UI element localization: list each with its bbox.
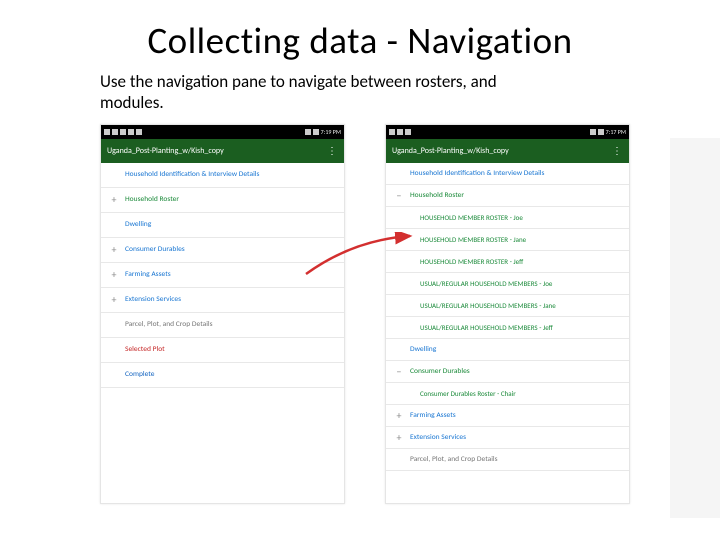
battery-icon [313,129,319,135]
phones-container: 7:19 PM Uganda_Post-Planting_w/Kish_copy… [0,124,720,504]
nav-label: USUAL/REGULAR HOUSEHOLD MEMBERS - Jeff [406,323,623,332]
status-bar: 7:17 PM [386,125,629,139]
nav-label: Consumer Durables [121,245,338,254]
expand-icon: + [107,293,121,306]
nav-item-household-roster[interactable]: −Household Roster [386,185,629,207]
nav-label: Selected Plot [121,345,338,354]
nav-item-consumer-durables[interactable]: −Consumer Durables [386,361,629,383]
notif-icon [389,129,395,135]
nav-label: Household Identification & Interview Det… [121,170,338,179]
app-title: Uganda_Post-Planting_w/Kish_copy [392,146,509,156]
app-bar: Uganda_Post-Planting_w/Kish_copy ⋮ [101,139,344,163]
nav-list-right: Household Identification & Interview Det… [386,163,629,471]
notif-icon [128,129,134,135]
status-right: 7:19 PM [305,128,341,136]
nav-label: Farming Assets [406,411,623,420]
status-left-icons [104,129,142,135]
nav-item-complete[interactable]: Complete [101,363,344,388]
nav-label: Dwelling [406,345,623,354]
right-shade [670,138,720,518]
nav-label: Consumer Durables [406,367,623,376]
expand-icon: + [392,431,406,444]
status-right: 7:17 PM [590,128,626,136]
signal-icon [305,129,311,135]
nav-sub-member-jeff[interactable]: HOUSEHOLD MEMBER ROSTER - Jeff [386,251,629,273]
slide-title: Collecting data - Navigation [40,18,680,63]
nav-item-parcel-plot-crop[interactable]: Parcel, Plot, and Crop Details [386,449,629,471]
nav-item-farming-assets[interactable]: +Farming Assets [386,405,629,427]
nav-sub-usual-jeff[interactable]: USUAL/REGULAR HOUSEHOLD MEMBERS - Jeff [386,317,629,339]
expand-icon: + [107,243,121,256]
app-bar: Uganda_Post-Planting_w/Kish_copy ⋮ [386,139,629,163]
nav-item-parcel-plot-crop[interactable]: Parcel, Plot, and Crop Details [101,313,344,338]
expand-icon: + [392,409,406,422]
nav-sub-member-jane[interactable]: HOUSEHOLD MEMBER ROSTER - Jane [386,229,629,251]
nav-item-selected-plot[interactable]: Selected Plot [101,338,344,363]
nav-label: USUAL/REGULAR HOUSEHOLD MEMBERS - Joe [406,279,623,288]
nav-item-household-roster[interactable]: +Household Roster [101,188,344,213]
nav-label: Dwelling [121,220,338,229]
nav-item-extension-services[interactable]: +Extension Services [101,288,344,313]
nav-sub-usual-jane[interactable]: USUAL/REGULAR HOUSEHOLD MEMBERS - Jane [386,295,629,317]
notif-icon [397,129,403,135]
nav-sub-usual-joe[interactable]: USUAL/REGULAR HOUSEHOLD MEMBERS - Joe [386,273,629,295]
nav-item-dwelling[interactable]: Dwelling [101,213,344,238]
status-bar: 7:19 PM [101,125,344,139]
nav-label: Extension Services [406,433,623,442]
status-left-icons [389,129,411,135]
phone-left: 7:19 PM Uganda_Post-Planting_w/Kish_copy… [100,124,345,504]
phone-right: 7:17 PM Uganda_Post-Planting_w/Kish_copy… [385,124,630,504]
expand-icon: + [107,268,121,281]
overflow-menu-icon[interactable]: ⋮ [612,144,623,157]
nav-label: Farming Assets [121,270,338,279]
notif-icon [104,129,110,135]
signal-icon [590,129,596,135]
battery-icon [598,129,604,135]
nav-label: Complete [121,370,338,379]
nav-item-consumer-durables[interactable]: +Consumer Durables [101,238,344,263]
nav-sub-member-joe[interactable]: HOUSEHOLD MEMBER ROSTER - Joe [386,207,629,229]
nav-item-household-id[interactable]: Household Identification & Interview Det… [386,163,629,185]
clock: 7:17 PM [606,128,626,136]
nav-label: Extension Services [121,295,338,304]
nav-item-farming-assets[interactable]: +Farming Assets [101,263,344,288]
nav-item-dwelling[interactable]: Dwelling [386,339,629,361]
slide: Collecting data - Navigation Use the nav… [0,0,720,540]
notif-icon [112,129,118,135]
notif-icon [120,129,126,135]
nav-label: Parcel, Plot, and Crop Details [121,320,338,329]
nav-label: Household Roster [121,195,338,204]
notif-icon [136,129,142,135]
collapse-icon: − [392,189,406,202]
notif-icon [405,129,411,135]
clock: 7:19 PM [321,128,341,136]
app-title: Uganda_Post-Planting_w/Kish_copy [107,146,224,156]
nav-label: Parcel, Plot, and Crop Details [406,455,623,464]
nav-label: Household Roster [406,191,623,200]
nav-list-left: Household Identification & Interview Det… [101,163,344,388]
nav-label: HOUSEHOLD MEMBER ROSTER - Jeff [406,257,623,266]
slide-subtitle: Use the navigation pane to navigate betw… [100,71,560,114]
collapse-icon: − [392,365,406,378]
nav-item-household-id[interactable]: Household Identification & Interview Det… [101,163,344,188]
nav-label: HOUSEHOLD MEMBER ROSTER - Joe [406,213,623,222]
overflow-menu-icon[interactable]: ⋮ [327,144,338,157]
nav-label: HOUSEHOLD MEMBER ROSTER - Jane [406,235,623,244]
nav-label: USUAL/REGULAR HOUSEHOLD MEMBERS - Jane [406,301,623,310]
expand-icon: + [107,193,121,206]
nav-item-extension-services[interactable]: +Extension Services [386,427,629,449]
nav-sub-durables-chair[interactable]: Consumer Durables Roster - Chair [386,383,629,405]
nav-label: Consumer Durables Roster - Chair [406,389,623,398]
nav-label: Household Identification & Interview Det… [406,169,623,178]
